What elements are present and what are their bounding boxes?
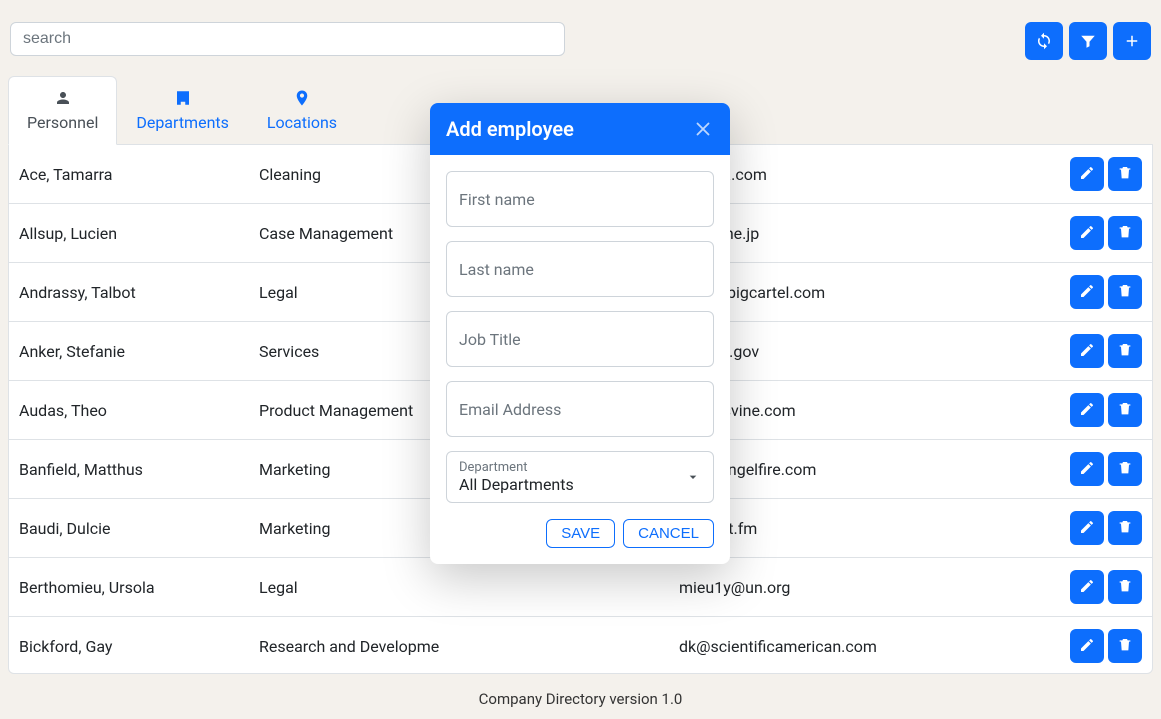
- delete-button[interactable]: [1108, 275, 1142, 309]
- cell-email: dk@scientificamerican.com: [679, 637, 1059, 656]
- toolbar: [1025, 22, 1151, 60]
- cell-dept: Legal: [259, 578, 539, 597]
- email-field[interactable]: Email Address: [446, 381, 714, 437]
- add-employee-modal: Add employee First name Last name Job Ti…: [430, 103, 730, 564]
- edit-button[interactable]: [1070, 452, 1104, 486]
- cell-name: Audas, Theo: [19, 401, 259, 420]
- pencil-icon: [1079, 401, 1095, 420]
- trash-icon: [1117, 283, 1133, 302]
- add-button[interactable]: [1113, 22, 1151, 60]
- trash-icon: [1117, 519, 1133, 538]
- delete-button[interactable]: [1108, 452, 1142, 486]
- cell-email: vinaora.com: [679, 165, 1059, 184]
- trash-icon: [1117, 578, 1133, 597]
- cell-email: m@last.fm: [679, 519, 1059, 538]
- cell-name: Anker, Stefanie: [19, 342, 259, 361]
- edit-button[interactable]: [1070, 629, 1104, 663]
- cell-name: Ace, Tamarra: [19, 165, 259, 184]
- building-icon: [174, 89, 192, 107]
- edit-button[interactable]: [1070, 511, 1104, 545]
- save-button[interactable]: SAVE: [546, 519, 615, 548]
- pencil-icon: [1079, 519, 1095, 538]
- table-row[interactable]: Berthomieu, UrsolaLegal mieu1y@un.org: [9, 558, 1152, 617]
- tab-personnel[interactable]: Personnel: [8, 76, 117, 145]
- cell-name: Berthomieu, Ursola: [19, 578, 259, 597]
- tab-departments[interactable]: Departments: [117, 76, 248, 145]
- last-name-label: Last name: [459, 260, 701, 279]
- delete-button[interactable]: [1108, 157, 1142, 191]
- plus-icon: [1123, 32, 1141, 50]
- trash-icon: [1117, 342, 1133, 361]
- trash-icon: [1117, 637, 1133, 656]
- delete-button[interactable]: [1108, 216, 1142, 250]
- tab-departments-label: Departments: [136, 113, 229, 132]
- edit-button[interactable]: [1070, 157, 1104, 191]
- edit-button[interactable]: [1070, 275, 1104, 309]
- cell-email: mieu1y@un.org: [679, 578, 1059, 597]
- edit-button[interactable]: [1070, 393, 1104, 427]
- edit-button[interactable]: [1070, 334, 1104, 368]
- trash-icon: [1117, 224, 1133, 243]
- email-label: Email Address: [459, 400, 701, 419]
- cell-name: Allsup, Lucien: [19, 224, 259, 243]
- delete-button[interactable]: [1108, 629, 1142, 663]
- cell-name: Bickford, Gay: [19, 637, 259, 656]
- delete-button[interactable]: [1108, 334, 1142, 368]
- edit-button[interactable]: [1070, 216, 1104, 250]
- cell-email: ld1i@angelfire.com: [679, 460, 1059, 479]
- cell-email: @newsvine.com: [679, 401, 1059, 420]
- delete-button[interactable]: [1108, 511, 1142, 545]
- pencil-icon: [1079, 165, 1095, 184]
- footer-text: Company Directory version 1.0: [8, 690, 1153, 708]
- map-icon: [293, 89, 311, 107]
- pencil-icon: [1079, 224, 1095, 243]
- cell-email: @goo.ne.jp: [679, 224, 1059, 243]
- pencil-icon: [1079, 283, 1095, 302]
- refresh-button[interactable]: [1025, 22, 1063, 60]
- person-icon: [54, 89, 72, 107]
- cell-name: Baudi, Dulcie: [19, 519, 259, 538]
- first-name-field[interactable]: First name: [446, 171, 714, 227]
- filter-button[interactable]: [1069, 22, 1107, 60]
- modal-header: Add employee: [430, 103, 730, 155]
- refresh-icon: [1035, 32, 1053, 50]
- pencil-icon: [1079, 578, 1095, 597]
- department-select-value: All Departments: [459, 475, 574, 494]
- job-title-label: Job Title: [459, 330, 701, 349]
- pencil-icon: [1079, 460, 1095, 479]
- cancel-button[interactable]: CANCEL: [623, 519, 714, 548]
- tab-locations[interactable]: Locations: [248, 76, 356, 145]
- tab-personnel-label: Personnel: [27, 113, 98, 132]
- tab-locations-label: Locations: [267, 113, 337, 132]
- search-input[interactable]: [10, 22, 565, 56]
- chevron-down-icon: [685, 469, 701, 485]
- modal-title: Add employee: [446, 117, 574, 141]
- last-name-field[interactable]: Last name: [446, 241, 714, 297]
- cell-email: o@hud.gov: [679, 342, 1059, 361]
- cell-email: sy1n@bigcartel.com: [679, 283, 1059, 302]
- pencil-icon: [1079, 637, 1095, 656]
- cell-name: Banfield, Matthus: [19, 460, 259, 479]
- trash-icon: [1117, 460, 1133, 479]
- edit-button[interactable]: [1070, 570, 1104, 604]
- delete-button[interactable]: [1108, 393, 1142, 427]
- close-icon[interactable]: [692, 118, 714, 140]
- department-select[interactable]: Department All Departments: [446, 451, 714, 503]
- filter-icon: [1079, 32, 1097, 50]
- department-select-label: Department: [459, 460, 574, 475]
- cell-dept: Research and Developme: [259, 637, 539, 656]
- trash-icon: [1117, 401, 1133, 420]
- pencil-icon: [1079, 342, 1095, 361]
- job-title-field[interactable]: Job Title: [446, 311, 714, 367]
- trash-icon: [1117, 165, 1133, 184]
- first-name-label: First name: [459, 190, 701, 209]
- cell-name: Andrassy, Talbot: [19, 283, 259, 302]
- delete-button[interactable]: [1108, 570, 1142, 604]
- table-row[interactable]: Bickford, GayResearch and Developme dk@sc…: [9, 617, 1152, 674]
